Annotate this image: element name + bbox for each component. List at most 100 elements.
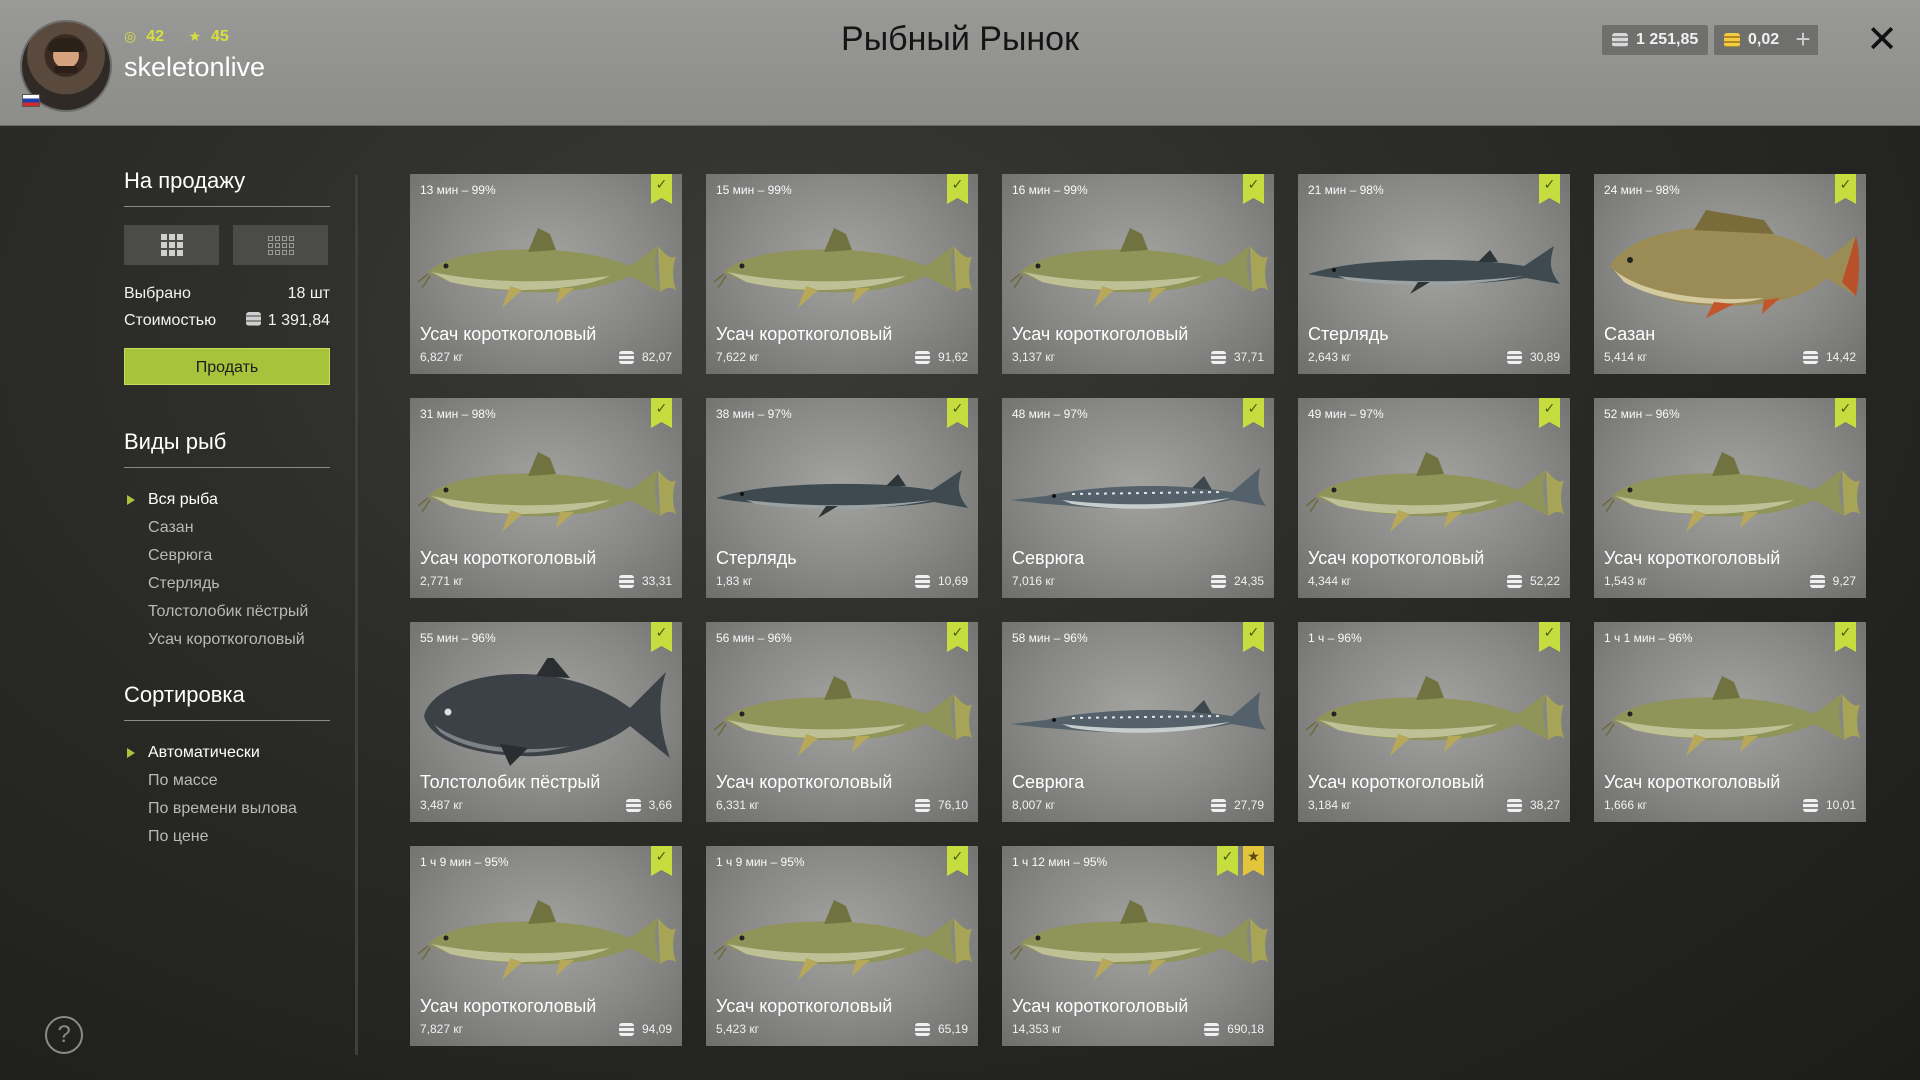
fish-card[interactable]: 1 ч 9 мин – 95% ✓ Усач короткоголовый 5,… <box>706 846 978 1046</box>
bighead-carp-fish-image <box>424 658 670 766</box>
fish-name: Усач короткоголовый <box>420 548 597 568</box>
russia-flag-icon <box>22 94 40 107</box>
check-icon[interactable]: ✓ <box>1835 398 1856 428</box>
fish-card[interactable]: 15 мин – 99% ✓ Усач короткоголовый 7,622… <box>706 174 978 374</box>
fish-weight: 4,344 кг <box>1308 574 1351 588</box>
sidebar: На продажу Выбрано 18 шт Стоимостью 1 39… <box>124 168 330 851</box>
species-filter-list: Вся рыба Сазан Севрюга Стерлядь Толстолобик … <box>124 486 330 654</box>
check-icon[interactable]: ✓ <box>1243 398 1264 428</box>
check-icon[interactable]: ✓ <box>1835 622 1856 652</box>
species-filter-item[interactable]: Вся рыба <box>124 486 330 514</box>
silver-balance: 1 251,85 <box>1602 25 1709 55</box>
check-icon[interactable]: ✓ <box>947 622 968 652</box>
species-filter-item[interactable]: Усач короткоголовый <box>124 626 330 654</box>
barbel-fish-image <box>713 228 972 308</box>
silver-coins-icon <box>1506 798 1522 812</box>
check-icon[interactable]: ✓ <box>1217 846 1238 876</box>
price-value: 690,18 <box>1227 1022 1264 1036</box>
catch-time: 24 мин – 98% <box>1604 183 1680 197</box>
fish-price: 91,62 <box>914 350 968 364</box>
silver-value: 1 251,85 <box>1636 31 1699 48</box>
fish-card[interactable]: 55 мин – 96% ✓ Толстолобик пёстрый 3,487… <box>410 622 682 822</box>
fish-price: 10,69 <box>914 574 968 588</box>
barbel-fish-image <box>1601 676 1860 756</box>
species-filter-item[interactable]: Сазан <box>124 514 330 542</box>
fish-grid: 13 мин – 99% ✓ Усач короткоголовый 6,827… <box>410 174 1866 1046</box>
gold-value: 0,02 <box>1748 31 1780 48</box>
catch-time: 1 ч 9 мин – 95% <box>420 855 509 869</box>
star-icon[interactable]: ★ <box>1243 846 1264 876</box>
barbel-fish-image <box>417 228 676 308</box>
check-icon[interactable]: ✓ <box>651 398 672 428</box>
fish-card[interactable]: 1 ч 12 мин – 95% ✓ ★ Усач короткоголовый… <box>1002 846 1274 1046</box>
fish-card[interactable]: 58 мин – 96% ✓ Севрюга 8,007 кг 27,79 <box>1002 622 1274 822</box>
check-icon[interactable]: ✓ <box>947 174 968 204</box>
fish-card[interactable]: 48 мин – 97% ✓ Севрюга 7,016 кг 24,35 <box>1002 398 1274 598</box>
check-icon[interactable]: ✓ <box>651 846 672 876</box>
check-icon[interactable]: ✓ <box>1835 174 1856 204</box>
check-icon[interactable]: ✓ <box>1539 398 1560 428</box>
fish-card[interactable]: 13 мин – 99% ✓ Усач короткоголовый 6,827… <box>410 174 682 374</box>
fish-name: Усач короткоголовый <box>1012 324 1189 344</box>
close-button[interactable]: ✕ <box>1862 20 1902 60</box>
sort-title: Сортировка <box>124 682 330 721</box>
fish-price: 690,18 <box>1204 1022 1264 1036</box>
fish-card[interactable]: 52 мин – 96% ✓ Усач короткоголовый 1,543… <box>1594 398 1866 598</box>
catch-time: 52 мин – 96% <box>1604 407 1680 421</box>
species-filter-item[interactable]: Севрюга <box>124 542 330 570</box>
small-grid-view-button[interactable] <box>233 225 328 265</box>
check-icon[interactable]: ✓ <box>1539 622 1560 652</box>
fish-card[interactable]: 1 ч – 96% ✓ Усач короткоголовый 3,184 кг… <box>1298 622 1570 822</box>
check-icon[interactable]: ✓ <box>1243 622 1264 652</box>
catch-time: 13 мин – 99% <box>420 183 496 197</box>
check-icon[interactable]: ✓ <box>1243 174 1264 204</box>
fish-name: Толстолобик пёстрый <box>420 772 601 792</box>
fish-card[interactable]: 31 мин – 98% ✓ Усач короткоголовый 2,771… <box>410 398 682 598</box>
fish-weight: 1,666 кг <box>1604 798 1647 812</box>
avatar-mustache <box>54 66 78 73</box>
add-currency-button[interactable]: + <box>1788 25 1818 55</box>
fish-card[interactable]: 16 мин – 99% ✓ Усач короткоголовый 3,137… <box>1002 174 1274 374</box>
fish-weight: 5,414 кг <box>1604 350 1647 364</box>
fish-name: Севрюга <box>1012 548 1085 568</box>
fish-name: Усач короткоголовый <box>1604 548 1781 568</box>
fish-card[interactable]: 56 мин – 96% ✓ Усач короткоголовый 6,331… <box>706 622 978 822</box>
check-icon[interactable]: ✓ <box>947 846 968 876</box>
price-value: 10,01 <box>1825 798 1856 812</box>
fish-price: 38,27 <box>1506 798 1560 812</box>
species-filter-item[interactable]: Толстолобик пёстрый <box>124 598 330 626</box>
sort-option-item[interactable]: Автоматически <box>124 739 330 767</box>
silver-coins-icon <box>1506 350 1522 364</box>
catch-time: 1 ч 9 мин – 95% <box>716 855 805 869</box>
species-filter-item[interactable]: Стерлядь <box>124 570 330 598</box>
fish-weight: 7,622 кг <box>716 350 759 364</box>
fish-card[interactable]: 1 ч 1 мин – 96% ✓ Усач короткоголовый 1,… <box>1594 622 1866 822</box>
top-bar: ◎ 42 ★ 45 skeletonlive Рыбный Рынок 1 251,… <box>0 0 1920 126</box>
silver-coins-icon <box>1802 350 1818 364</box>
fish-price: 52,22 <box>1506 574 1560 588</box>
price-value: 94,09 <box>641 1022 672 1036</box>
sort-option-item[interactable]: По массе <box>124 767 330 795</box>
fish-card[interactable]: 24 мин – 98% ✓ Сазан 5,414 кг 14,42 <box>1594 174 1866 374</box>
fish-card[interactable]: 21 мин – 98% ✓ Стерлядь 2,643 кг 30,89 <box>1298 174 1570 374</box>
cost-value: 1 391,84 <box>267 312 330 329</box>
sort-option-item[interactable]: По цене <box>124 823 330 851</box>
fish-card[interactable]: 1 ч 9 мин – 95% ✓ Усач короткоголовый 7,… <box>410 846 682 1046</box>
check-icon[interactable]: ✓ <box>651 622 672 652</box>
fish-card[interactable]: 38 мин – 97% ✓ Стерлядь 1,83 кг 10,69 <box>706 398 978 598</box>
fish-name: Стерлядь <box>716 548 797 568</box>
fish-weight: 3,184 кг <box>1308 798 1351 812</box>
silver-coins-icon <box>914 798 930 812</box>
sell-button[interactable]: Продать <box>124 348 330 385</box>
sort-option-item[interactable]: По времени вылова <box>124 795 330 823</box>
sterlet-fish-image <box>716 470 968 518</box>
fish-card[interactable]: 49 мин – 97% ✓ Усач короткоголовый 4,344… <box>1298 398 1570 598</box>
check-icon[interactable]: ✓ <box>947 398 968 428</box>
check-icon[interactable]: ✓ <box>1539 174 1560 204</box>
large-grid-view-button[interactable] <box>124 225 219 265</box>
gold-coins-icon <box>1724 33 1740 47</box>
check-icon[interactable]: ✓ <box>651 174 672 204</box>
gold-balance: 0,02 <box>1714 25 1790 55</box>
catch-time: 49 мин – 97% <box>1308 407 1384 421</box>
help-button[interactable]: ? <box>45 1016 83 1054</box>
